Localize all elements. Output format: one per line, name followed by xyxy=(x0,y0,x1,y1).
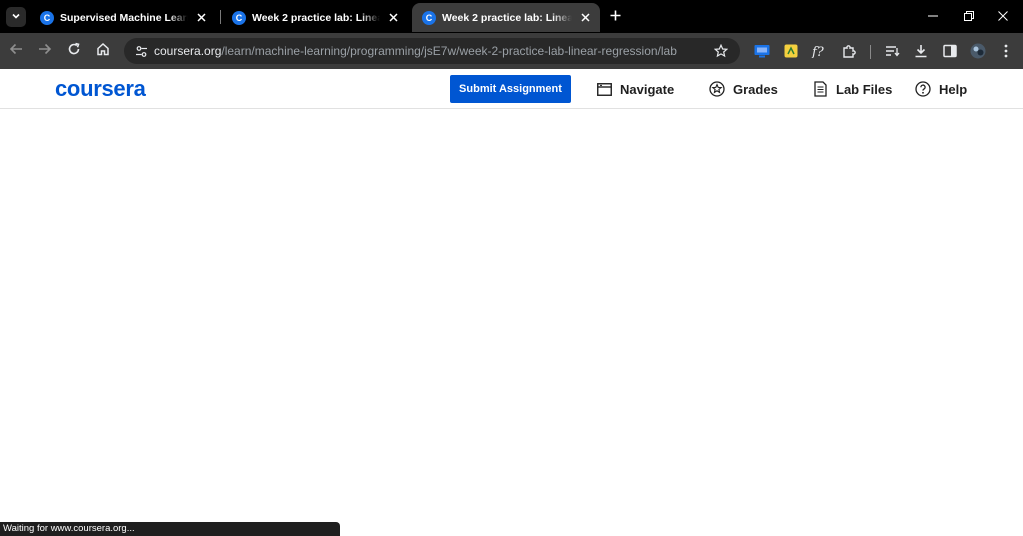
tab-week2-lab-active[interactable]: C Week 2 practice lab: Linear reg xyxy=(412,3,600,32)
extension-screen-icon[interactable] xyxy=(753,42,771,60)
tab-week2-lab-1[interactable]: C Week 2 practice lab: Linear reg xyxy=(222,3,408,32)
tab-search-button[interactable] xyxy=(6,7,26,27)
plus-icon xyxy=(610,8,621,26)
minimize-button[interactable] xyxy=(913,0,953,33)
browser-toolbar: coursera.org/learn/machine-learning/prog… xyxy=(0,33,1023,69)
browser-window-icon xyxy=(596,81,612,97)
close-icon[interactable] xyxy=(194,11,208,25)
side-panel-icon[interactable] xyxy=(941,42,959,60)
forward-button[interactable] xyxy=(34,40,56,62)
browser-tab-strip: C Supervised Machine Learning: C Week 2 … xyxy=(0,0,1023,33)
svg-text:f?: f? xyxy=(811,45,825,58)
help-button[interactable]: Help xyxy=(915,80,967,98)
reading-list-icon[interactable] xyxy=(883,42,901,60)
tab-separator xyxy=(220,10,221,24)
grades-label: Grades xyxy=(733,81,778,97)
reload-button[interactable] xyxy=(63,40,85,62)
submit-assignment-button[interactable]: Submit Assignment xyxy=(450,75,571,103)
address-bar[interactable]: coursera.org/learn/machine-learning/prog… xyxy=(124,38,740,64)
close-icon[interactable] xyxy=(578,11,592,25)
profile-avatar[interactable] xyxy=(969,42,987,60)
reload-icon xyxy=(67,42,81,61)
bookmark-star-icon[interactable] xyxy=(713,43,729,59)
coursera-logo[interactable]: coursera xyxy=(55,77,146,101)
window-close-button[interactable] xyxy=(983,0,1023,33)
extension-yellow-icon[interactable] xyxy=(782,42,800,60)
download-icon[interactable] xyxy=(912,42,930,60)
coursera-favicon-icon: C xyxy=(232,10,246,25)
grades-button[interactable]: Grades xyxy=(709,80,778,98)
close-icon[interactable] xyxy=(386,11,400,25)
help-question-icon xyxy=(915,81,931,97)
arrow-left-icon xyxy=(9,42,23,61)
url-host: coursera.org xyxy=(154,44,222,58)
lab-files-label: Lab Files xyxy=(836,81,893,97)
url-path: /learn/machine-learning/programming/jsE7… xyxy=(221,44,677,58)
extensions-puzzle-icon[interactable] xyxy=(840,42,858,60)
close-icon xyxy=(998,8,1008,26)
chevron-down-icon xyxy=(11,8,21,26)
restore-icon xyxy=(964,8,974,26)
star-circle-icon xyxy=(709,81,725,97)
new-tab-button[interactable] xyxy=(605,7,625,27)
home-button[interactable] xyxy=(92,40,114,62)
status-bubble: Waiting for www.coursera.org... xyxy=(0,522,340,536)
menu-kebab-icon[interactable] xyxy=(997,42,1015,60)
minimize-icon xyxy=(928,8,938,26)
toolbar-separator xyxy=(870,45,871,59)
extension-formula-icon[interactable]: f? xyxy=(810,42,828,60)
navigate-label: Navigate xyxy=(620,81,675,97)
arrow-right-icon xyxy=(38,42,52,61)
help-label: Help xyxy=(939,81,968,97)
tab-supervised-ml[interactable]: C Supervised Machine Learning: xyxy=(30,3,216,32)
tab-title: Week 2 practice lab: Linear reg xyxy=(252,11,380,24)
tab-title: Supervised Machine Learning: xyxy=(60,11,188,24)
coursera-favicon-icon: C xyxy=(40,10,54,25)
coursera-header: coursera Submit Assignment Navigate Grad… xyxy=(0,69,1023,109)
coursera-favicon-icon: C xyxy=(422,10,436,25)
lab-files-button[interactable]: Lab Files xyxy=(812,80,892,98)
url-text[interactable]: coursera.org/learn/machine-learning/prog… xyxy=(154,44,677,58)
back-button[interactable] xyxy=(5,40,27,62)
navigate-button[interactable]: Navigate xyxy=(596,80,674,98)
tab-title: Week 2 practice lab: Linear reg xyxy=(442,11,572,24)
home-icon xyxy=(96,42,110,61)
site-info-icon[interactable] xyxy=(133,43,149,59)
file-document-icon xyxy=(812,81,828,97)
